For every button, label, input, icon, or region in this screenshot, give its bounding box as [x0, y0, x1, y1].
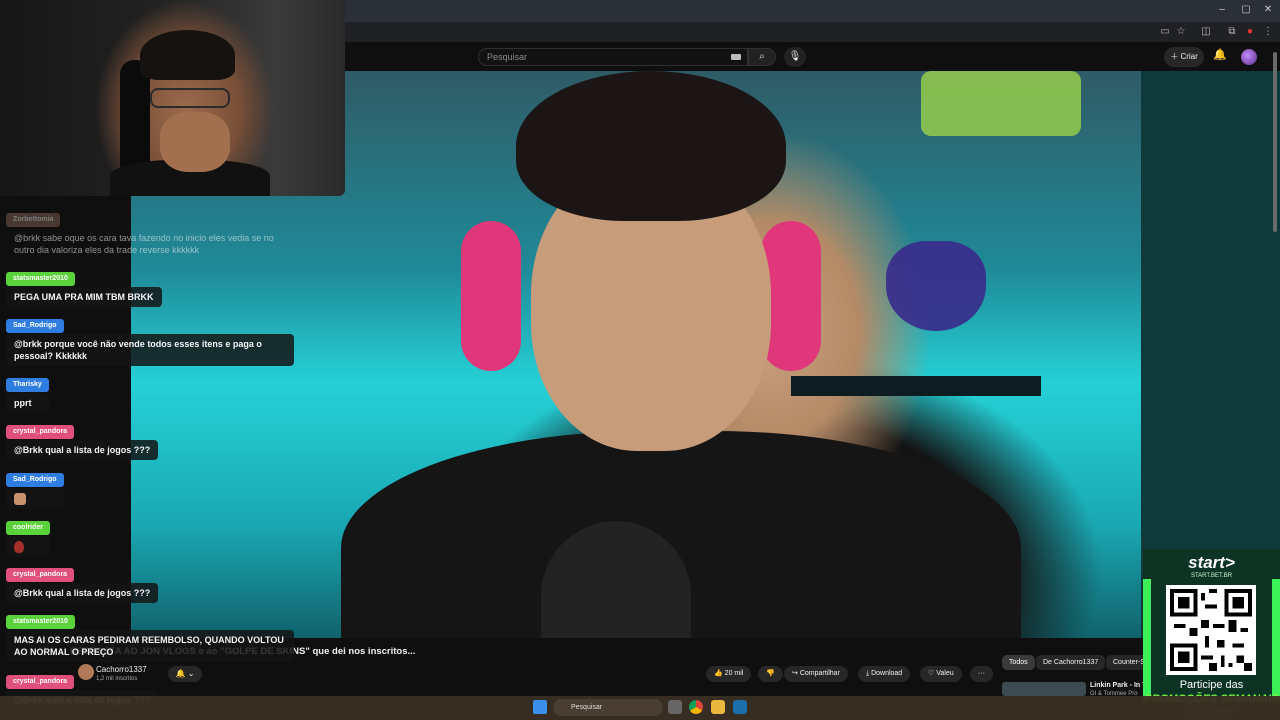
chat-text: @brkk sabe oque os cara tava fazendo no …	[14, 233, 274, 255]
chat-text: PEGA UMA PRA MIM TBM BRKK	[6, 287, 162, 307]
browser-toolbar: ▭ ☆ ◫ ⧉ ● ⋮	[345, 22, 1280, 42]
chat-emote-message	[6, 488, 64, 509]
close-icon[interactable]: ✕	[1258, 3, 1278, 17]
qr-code	[1166, 585, 1256, 675]
red-emote-icon	[14, 540, 24, 553]
sponsor-ad: start> START.BET.BR Participe das PROMOÇ…	[1143, 549, 1280, 720]
profile-icon[interactable]: ●	[1243, 25, 1257, 39]
maximize-icon[interactable]: ▢	[1236, 3, 1256, 17]
keyboard-icon[interactable]	[731, 54, 741, 60]
notifications-bell-icon[interactable]: 🔔	[1212, 48, 1228, 64]
download-button[interactable]: ⤓ Download	[858, 666, 911, 682]
chat-message: statsmaster2010 MAS AI OS CARAS PEDIRAM …	[6, 610, 294, 662]
chat-message: statsmaster2010 PEGA UMA PRA MIM TBM BRK…	[6, 267, 162, 307]
file-explorer-icon[interactable]	[711, 700, 725, 714]
dislike-button[interactable]: 👎	[758, 666, 783, 682]
chat-message: Zorbettomia @brkk sabe oque os cara tava…	[6, 208, 291, 260]
page-scrollbar[interactable]	[1273, 52, 1277, 232]
create-button[interactable]: ＋ Criar	[1164, 47, 1204, 67]
chat-message: crystal_pandora @Brkk qual a lista de jo…	[6, 563, 159, 603]
chat-username: Zorbettomia	[6, 213, 61, 227]
background-shelf	[791, 376, 1041, 396]
ad-text-line1: Participe das	[1179, 679, 1244, 691]
chat-username: Sad_Rodrigo	[6, 319, 64, 333]
chat-message: Tharisky pprt	[6, 373, 49, 413]
streamer-webcam	[0, 0, 345, 196]
search-icon: ⌕	[759, 51, 765, 62]
chat-username: statsmaster2010	[6, 615, 75, 629]
chat-message: crystal_pandora @Brkk qual a lista de jo…	[6, 420, 159, 460]
windows-start-icon[interactable]	[533, 700, 547, 714]
chat-message: Sad_Rodrigo @brkk porque você não vende …	[6, 314, 294, 366]
presenter-hair	[516, 71, 786, 221]
chat-message: Sad_Rodrigo	[6, 468, 64, 509]
chat-text: @Brkk qual a lista de jogos ???	[6, 583, 159, 603]
chat-username: statsmaster2010	[6, 272, 75, 286]
streamer-hair	[140, 30, 235, 80]
share-icon: ↪	[792, 670, 798, 677]
microphone-icon: 🎙	[788, 51, 802, 62]
download-icon: ⤓	[866, 670, 870, 677]
chat-username: crystal_pandora	[6, 675, 75, 689]
ad-brand-logo: start>	[1188, 553, 1235, 572]
more-actions-button[interactable]: ···	[970, 666, 993, 682]
chat-username: crystal_pandora	[6, 568, 75, 582]
chat-username: crystal_pandora	[6, 425, 75, 439]
chat-text: MAS AI OS CARAS PEDIRAM REEMBOLSO, QUAND…	[6, 630, 294, 662]
filter-chip-all[interactable]: Todos	[1002, 655, 1035, 670]
thanks-button[interactable]: ♡ Valeu	[920, 666, 962, 682]
steam-icon[interactable]	[733, 700, 747, 714]
taskbar-search-input[interactable]: Pesquisar	[553, 699, 663, 716]
browser-menu-icon[interactable]: ⋮	[1261, 25, 1275, 39]
voice-search-button[interactable]: 🎙	[784, 47, 806, 67]
ad-url: START.BET.BR	[1190, 573, 1233, 579]
chat-text: @Brkk qual a lista de jogos ???	[6, 440, 159, 460]
search-button[interactable]: ⌕	[748, 48, 776, 66]
create-label: Criar	[1180, 52, 1198, 61]
cast-icon[interactable]: ▭	[1158, 25, 1172, 39]
like-count: 20 mil	[724, 670, 744, 677]
download-label: Download	[871, 670, 903, 677]
chat-message: coolrider	[6, 516, 50, 557]
search-input[interactable]: Pesquisar	[478, 48, 748, 66]
background-toy-van	[921, 71, 1081, 136]
chat-username: Sad_Rodrigo	[6, 473, 64, 487]
minimize-icon[interactable]: –	[1212, 3, 1232, 17]
recommended-video-thumbnail[interactable]	[1002, 682, 1086, 696]
extensions-icon[interactable]: ◫	[1199, 25, 1213, 39]
account-avatar[interactable]	[1241, 49, 1257, 65]
face-emote-icon	[14, 492, 26, 505]
thumbs-down-icon: 👎	[766, 670, 775, 677]
stream-chat: Zorbettomia @brkk sabe oque os cara tava…	[0, 196, 300, 720]
chat-text: pprt	[6, 393, 49, 413]
thanks-icon: ♡	[928, 670, 935, 677]
streamer-hand	[160, 112, 230, 172]
chat-username: coolrider	[6, 521, 50, 535]
recommended-video-title[interactable]: Linkin Park - In Th	[1090, 682, 1151, 689]
chrome-icon[interactable]	[689, 700, 703, 714]
extension-icon[interactable]: ⧉	[1225, 25, 1239, 39]
thanks-label: Valeu	[936, 670, 954, 677]
background-heart-decoration	[886, 241, 986, 331]
qr-code-graphic	[1170, 589, 1252, 671]
pink-headphone-left	[461, 221, 521, 371]
like-button[interactable]: 👍 20 mil	[706, 666, 752, 682]
streamer-glasses	[150, 88, 230, 108]
chat-text: @brkk porque você não vende todos esses …	[6, 334, 294, 366]
thumbs-up-icon: 👍	[714, 670, 723, 677]
chat-username: Tharisky	[6, 378, 49, 392]
filter-chip-channel[interactable]: De Cachorro1337	[1036, 655, 1106, 670]
task-view-icon[interactable]	[668, 700, 682, 714]
bookmark-star-icon[interactable]: ☆	[1174, 25, 1188, 39]
share-label: Compartilhar	[799, 670, 840, 677]
chat-emote-message	[6, 536, 50, 557]
share-button[interactable]: ↪ Compartilhar	[784, 666, 848, 682]
